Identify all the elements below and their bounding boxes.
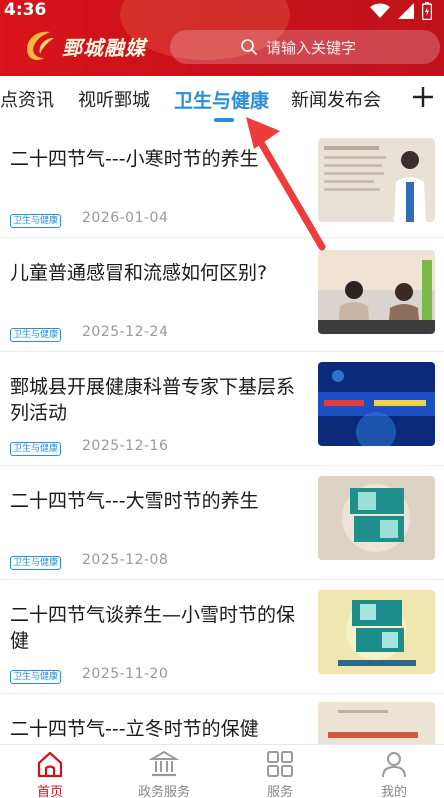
article-thumbnail	[318, 138, 435, 222]
nav-label: 政务服务	[137, 785, 190, 798]
article-title: 二十四节气---大雪时节的养生	[10, 490, 259, 512]
list-item[interactable]: 二十四节气---小寒时节的养生 卫生与健康 2026-01-04	[0, 124, 444, 238]
bottom-navigation: 首页 政务服务 服务 我的	[0, 744, 444, 798]
article-date: 2025-11-20	[82, 666, 169, 682]
status-icons	[370, 2, 432, 20]
logo-swirl-icon	[27, 31, 54, 61]
battery-icon	[422, 2, 432, 20]
plus-icon	[413, 87, 433, 107]
category-tag: 卫生与健康	[10, 214, 62, 228]
search-placeholder: 请输入关键字	[266, 38, 357, 57]
search-icon	[241, 39, 257, 55]
add-channel-button[interactable]	[408, 82, 438, 112]
nav-government[interactable]: 政务服务	[124, 749, 204, 798]
category-tag: 卫生与健康	[10, 442, 62, 456]
article-title: 儿童普通感冒和流感如何区别?	[10, 262, 268, 284]
article-title: 二十四节气---立冬时节的保健	[10, 718, 259, 740]
article-title: 二十四节气谈养生—小雪时节的保健	[10, 604, 296, 652]
list-item[interactable]: 二十四节气---大雪时节的养生 卫生与健康 2025-12-08	[0, 466, 444, 580]
app-header: 4:36 鄄城融媒 请输入关键字	[0, 0, 444, 76]
app-name: 鄄城融媒	[62, 35, 146, 60]
article-date: 2025-12-08	[82, 552, 169, 568]
status-time: 4:36	[4, 0, 47, 20]
government-icon	[149, 750, 179, 777]
home-icon	[37, 751, 63, 778]
app-logo: 鄄城融媒	[20, 28, 146, 64]
category-tag: 卫生与健康	[10, 670, 62, 684]
nav-home[interactable]: 首页	[10, 749, 90, 798]
person-icon	[382, 752, 406, 778]
article-list: 二十四节气---小寒时节的养生 卫生与健康 2026-01-04 儿童普通感冒和…	[0, 124, 444, 744]
channel-tabs: 点资讯 视听鄄城 卫生与健康 新闻发布会	[0, 76, 444, 124]
article-thumbnail	[318, 702, 435, 744]
article-date: 2025-12-16	[82, 438, 169, 454]
grid-icon	[267, 751, 293, 777]
nav-profile[interactable]: 我的	[354, 749, 434, 798]
tab-news-points[interactable]: 点资讯	[0, 86, 54, 112]
category-tag: 卫生与健康	[10, 556, 62, 570]
nav-services[interactable]: 服务	[240, 749, 320, 798]
nav-label: 服务	[266, 785, 293, 798]
article-title: 二十四节气---小寒时节的养生	[10, 148, 259, 170]
tab-health[interactable]: 卫生与健康	[174, 86, 269, 113]
list-item[interactable]: 鄄城县开展健康科普专家下基层系列活动 卫生与健康 2025-12-16	[0, 352, 444, 466]
search-bar[interactable]: 请输入关键字	[170, 30, 440, 64]
article-date: 2025-12-24	[82, 324, 169, 340]
list-item[interactable]: 二十四节气谈养生—小雪时节的保健 卫生与健康 2025-11-20	[0, 580, 444, 694]
signal-icon	[398, 3, 414, 19]
nav-label: 首页	[36, 785, 63, 798]
article-thumbnail	[318, 250, 435, 334]
article-thumbnail	[318, 362, 435, 446]
nav-label: 我的	[380, 785, 407, 798]
article-date: 2026-01-04	[82, 210, 169, 226]
active-tab-indicator	[214, 118, 234, 122]
list-item[interactable]: 儿童普通感冒和流感如何区别? 卫生与健康 2025-12-24	[0, 238, 444, 352]
category-tag: 卫生与健康	[10, 328, 62, 342]
article-thumbnail	[318, 590, 435, 674]
wifi-icon	[370, 3, 390, 18]
article-title: 鄄城县开展健康科普专家下基层系列活动	[10, 376, 296, 424]
tab-audio-video[interactable]: 视听鄄城	[78, 86, 150, 112]
list-item[interactable]: 二十四节气---立冬时节的保健	[0, 694, 444, 744]
article-thumbnail	[318, 476, 435, 560]
tab-press-conference[interactable]: 新闻发布会	[291, 86, 381, 112]
